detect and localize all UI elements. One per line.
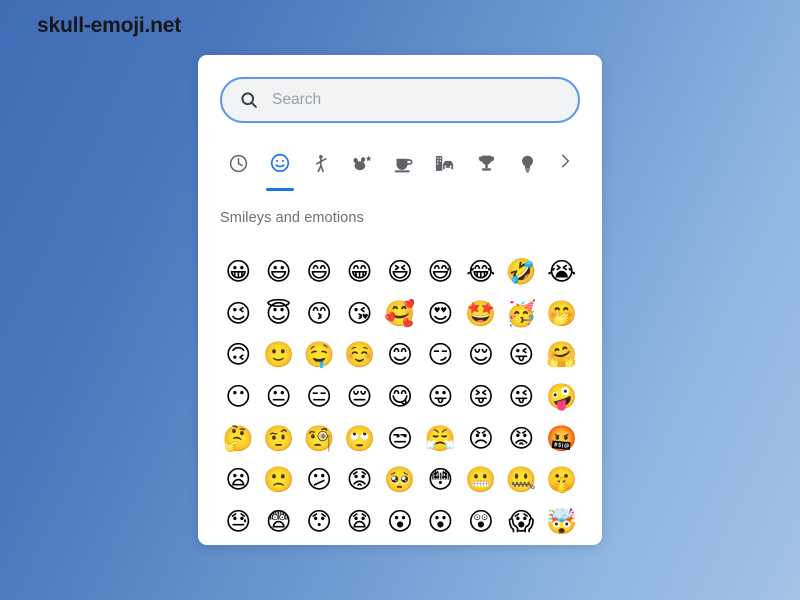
- emoji-button[interactable]: 🤯: [542, 501, 582, 543]
- emoji-button[interactable]: 😑: [299, 376, 339, 418]
- tab-food[interactable]: [383, 141, 424, 185]
- emoji-button[interactable]: 😇: [258, 293, 298, 335]
- category-tabs: [218, 141, 582, 191]
- emoji-button[interactable]: 😯: [299, 501, 339, 543]
- emoji-button[interactable]: 😱: [501, 501, 541, 543]
- emoji-button[interactable]: 🤔: [218, 417, 258, 459]
- emoji-button[interactable]: ☺️: [339, 334, 379, 376]
- emoji-button[interactable]: 😳: [420, 459, 460, 501]
- emoji-button[interactable]: 🤐: [501, 459, 541, 501]
- emoji-button[interactable]: 🤩: [461, 293, 501, 335]
- tab-people[interactable]: [301, 141, 342, 185]
- emoji-button[interactable]: 😐: [258, 376, 298, 418]
- emoji-button[interactable]: 🤬: [542, 417, 582, 459]
- emoji-button[interactable]: 🙁: [258, 459, 298, 501]
- emoji-button[interactable]: 😓: [218, 501, 258, 543]
- emoji-button[interactable]: 😧: [339, 501, 379, 543]
- emoji-button[interactable]: 😮: [420, 501, 460, 543]
- emoji-button[interactable]: 😭: [542, 251, 582, 293]
- emoji-button[interactable]: 😨: [258, 501, 298, 543]
- tab-underline: [265, 188, 294, 191]
- lightbulb-icon: [517, 153, 538, 174]
- emoji-button[interactable]: 😏: [420, 334, 460, 376]
- emoji-button[interactable]: 😡: [501, 417, 541, 459]
- emoji-grid: 😀 😃 😄 😁 😆 😅 😂 🤣 😭 😉 😇 😙 😘 🥰 😍 🤩 🥳 🤭 🙃 🙂 🤤 ☺️ 😊 😏 😌 😜 🤗 😶 😐 😑 😔 😋 😛 😝 😜 🤪 🤔 🤨 🧐…: [218, 251, 582, 542]
- emoji-button[interactable]: 😉: [218, 293, 258, 335]
- emoji-button[interactable]: 😔: [339, 376, 379, 418]
- emoji-picker-panel: Smileys and emotions 😀😃😄😁😆😅😂🤣😭😉😇😙😘🥰😍🤩🥳🤭🙃…: [198, 55, 602, 545]
- person-icon: [311, 153, 332, 174]
- emoji-row: 😓 😨 😯 😧 😮 😮 😲 😱 🤯: [218, 501, 582, 543]
- emoji-button[interactable]: 😊: [380, 334, 420, 376]
- tab-nature[interactable]: [342, 141, 383, 185]
- emoji-button[interactable]: 🧐: [299, 417, 339, 459]
- page-title: skull-emoji.net: [37, 14, 182, 37]
- emoji-button[interactable]: 🤭: [542, 293, 582, 335]
- emoji-button[interactable]: 🤨: [258, 417, 298, 459]
- emoji-button[interactable]: 🤗: [542, 334, 582, 376]
- section-label: Smileys and emotions: [220, 210, 364, 226]
- emoji-button[interactable]: 😂: [461, 251, 501, 293]
- emoji-button[interactable]: 😜: [501, 376, 541, 418]
- emoji-button[interactable]: 😲: [461, 501, 501, 543]
- tab-smileys[interactable]: [259, 141, 300, 191]
- emoji-button[interactable]: 🤤: [299, 334, 339, 376]
- emoji-button[interactable]: 😁: [339, 251, 379, 293]
- nature-icon: [352, 153, 373, 174]
- emoji-button[interactable]: 😟: [339, 459, 379, 501]
- emoji-button[interactable]: 😅: [420, 251, 460, 293]
- emoji-button[interactable]: 🙂: [258, 334, 298, 376]
- search-input[interactable]: [272, 79, 562, 121]
- emoji-button[interactable]: 😮: [380, 501, 420, 543]
- tab-recent[interactable]: [218, 141, 259, 185]
- emoji-button[interactable]: 😘: [339, 293, 379, 335]
- emoji-button[interactable]: 🥰: [380, 293, 420, 335]
- chevron-right-icon: [556, 152, 574, 175]
- emoji-button[interactable]: 😬: [461, 459, 501, 501]
- emoji-button[interactable]: 🤣: [501, 251, 541, 293]
- smiley-icon: [269, 152, 291, 174]
- trophy-icon: [476, 153, 497, 174]
- emoji-button[interactable]: 😋: [380, 376, 420, 418]
- search-bar: [220, 77, 580, 123]
- emoji-button[interactable]: 😕: [299, 459, 339, 501]
- emoji-button[interactable]: 😶: [218, 376, 258, 418]
- emoji-button[interactable]: 😆: [380, 251, 420, 293]
- emoji-button[interactable]: 😜: [501, 334, 541, 376]
- emoji-button[interactable]: 😌: [461, 334, 501, 376]
- emoji-button[interactable]: 🤫: [542, 459, 582, 501]
- tab-activities[interactable]: [466, 141, 507, 185]
- emoji-button[interactable]: 😀: [218, 251, 258, 293]
- search-box[interactable]: [220, 77, 580, 123]
- emoji-row: 😉 😇 😙 😘 🥰 😍 🤩 🥳 🤭: [218, 293, 582, 335]
- travel-icon: [434, 153, 455, 174]
- emoji-button[interactable]: 😝: [461, 376, 501, 418]
- emoji-button[interactable]: 🥺: [380, 459, 420, 501]
- emoji-button[interactable]: 🤪: [542, 376, 582, 418]
- food-drink-icon: [393, 153, 414, 174]
- emoji-button[interactable]: 😠: [461, 417, 501, 459]
- emoji-button[interactable]: 😛: [420, 376, 460, 418]
- emoji-button[interactable]: 😒: [380, 417, 420, 459]
- emoji-button[interactable]: 😙: [299, 293, 339, 335]
- more-categories-button[interactable]: [548, 152, 582, 175]
- emoji-button[interactable]: 😃: [258, 251, 298, 293]
- emoji-row: 😶 😐 😑 😔 😋 😛 😝 😜 🤪: [218, 376, 582, 418]
- clock-icon: [228, 153, 249, 174]
- emoji-row: 🤔 🤨 🧐 🙄 😒 😤 😠 😡 🤬: [218, 417, 582, 459]
- emoji-button[interactable]: 🙃: [218, 334, 258, 376]
- emoji-row: 🙃 🙂 🤤 ☺️ 😊 😏 😌 😜 🤗: [218, 334, 582, 376]
- emoji-button[interactable]: 🥳: [501, 293, 541, 335]
- search-icon: [238, 89, 260, 111]
- tab-travel[interactable]: [424, 141, 465, 185]
- emoji-button[interactable]: 😤: [420, 417, 460, 459]
- emoji-button[interactable]: 😦: [218, 459, 258, 501]
- emoji-button[interactable]: 😄: [299, 251, 339, 293]
- tab-objects[interactable]: [507, 141, 548, 185]
- emoji-button[interactable]: 😍: [420, 293, 460, 335]
- emoji-row: 😀 😃 😄 😁 😆 😅 😂 🤣 😭: [218, 251, 582, 293]
- emoji-button[interactable]: 🙄: [339, 417, 379, 459]
- emoji-row: 😦 🙁 😕 😟 🥺 😳 😬 🤐 🤫: [218, 459, 582, 501]
